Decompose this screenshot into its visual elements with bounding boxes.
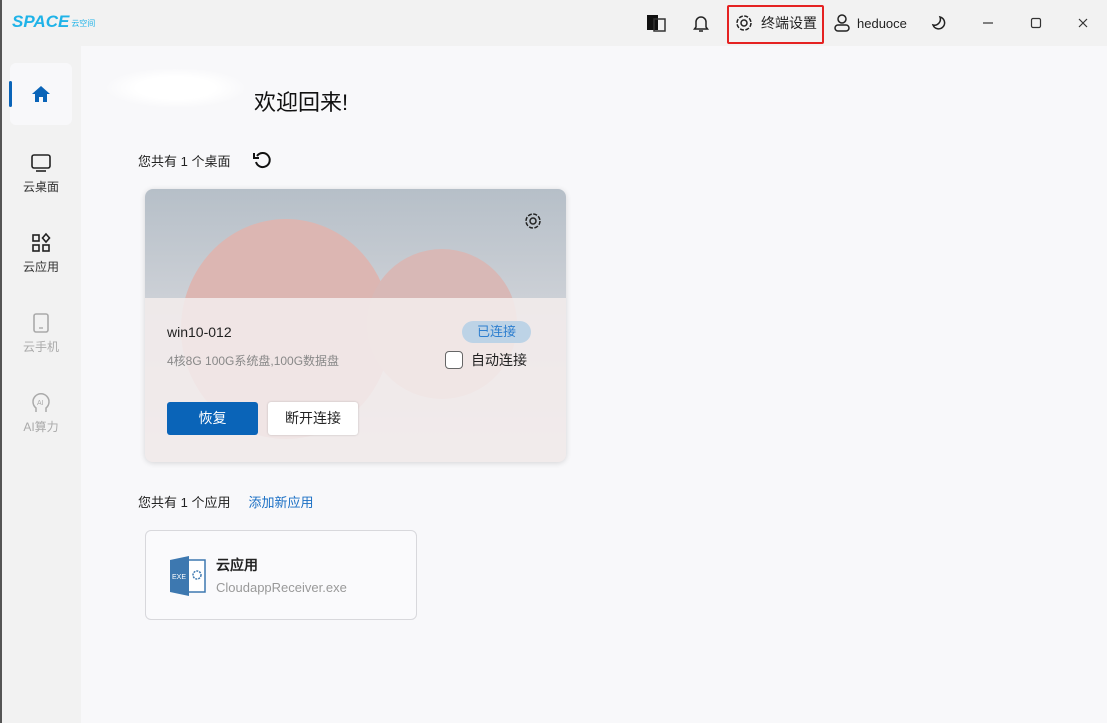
sidebar-item-label: 云手机 (22, 340, 59, 354)
desktop-settings-icon[interactable] (523, 211, 543, 231)
notification-button[interactable] (692, 0, 710, 46)
exe-file-icon: EXE (170, 556, 206, 596)
restore-button[interactable]: 恢复 (167, 402, 258, 435)
sidebar-item-cloud-phone[interactable]: 云手机 (10, 312, 72, 355)
terminal-settings-label: 终端设置 (761, 15, 817, 31)
username: heduoce (857, 15, 907, 31)
svg-text:AI: AI (37, 400, 44, 407)
minimize-button[interactable] (981, 0, 995, 46)
apps-header: 您共有 1 个应用 添加新应用 (138, 492, 313, 511)
main-content: 欢迎回来! 您共有 1 个桌面 win10-012 4核8G 100G系统盘,1… (81, 46, 1107, 723)
maximize-icon (1030, 17, 1042, 29)
user-icon (834, 14, 850, 32)
add-app-link[interactable]: 添加新应用 (248, 492, 313, 511)
bell-icon (693, 16, 709, 32)
sidebar-item-label: 云应用 (22, 260, 59, 274)
apps-count: 您共有 1 个应用 (138, 495, 231, 510)
sidebar-item-label: AI算力 (23, 420, 59, 434)
desktop-card: win10-012 4核8G 100G系统盘,100G数据盘 已连接 自动连接 … (145, 189, 566, 462)
maximize-button[interactable] (1029, 0, 1043, 46)
app-logo: SPACE 云空间 (12, 12, 95, 32)
sidebar-item-cloud-app[interactable]: 云应用 (10, 232, 72, 275)
checkbox-box[interactable] (445, 351, 463, 369)
sidebar-item-label: 云桌面 (22, 180, 59, 194)
desktops-count: 您共有 1 个桌面 (138, 153, 231, 169)
app-name: 云应用 (216, 557, 258, 573)
desktop-info-panel: win10-012 4核8G 100G系统盘,100G数据盘 已连接 自动连接 … (145, 298, 566, 462)
monitor-icon (31, 154, 51, 172)
logo-subtext: 云空间 (71, 19, 96, 28)
minimize-icon (983, 22, 993, 24)
gear-icon (736, 15, 752, 31)
desktops-header: 您共有 1 个桌面 (138, 150, 272, 170)
language-switch-button[interactable] (646, 0, 666, 46)
sidebar-item-ai-compute[interactable]: AI AI算力 (10, 392, 72, 435)
welcome-title: 欢迎回来! (254, 90, 349, 115)
theme-toggle-button[interactable] (931, 0, 947, 46)
refresh-icon[interactable] (252, 150, 272, 170)
exe-label: EXE (172, 574, 186, 581)
desktop-name: win10-012 (167, 324, 232, 340)
sidebar-item-home[interactable] (9, 63, 72, 125)
apps-icon (32, 232, 51, 252)
close-icon (1078, 18, 1088, 28)
status-badge: 已连接 (462, 321, 531, 343)
titlebar: SPACE 云空间 终端设置 heduoce (0, 0, 1107, 46)
logo-text: SPACE (12, 12, 70, 31)
close-button[interactable] (1076, 0, 1090, 46)
active-indicator (9, 81, 12, 107)
app-card[interactable]: EXE 云应用 CloudappReceiver.exe (145, 530, 417, 620)
terminal-settings-button[interactable]: 终端设置 (735, 0, 817, 46)
app-filename: CloudappReceiver.exe (216, 580, 347, 595)
moon-icon (931, 15, 946, 30)
redacted-username (106, 68, 246, 108)
sidebar: 云桌面 云应用 云手机 AI AI算力 (0, 46, 81, 723)
desktop-spec: 4核8G 100G系统盘,100G数据盘 (167, 354, 340, 368)
disconnect-button[interactable]: 断开连接 (268, 402, 358, 435)
user-menu[interactable]: heduoce (834, 0, 907, 46)
auto-connect-label: 自动连接 (471, 352, 527, 368)
phone-icon (33, 313, 49, 333)
ai-head-icon: AI (32, 393, 50, 412)
translate-icon (647, 15, 666, 32)
home-icon (32, 86, 50, 102)
sidebar-item-cloud-desktop[interactable]: 云桌面 (10, 152, 72, 195)
auto-connect-checkbox[interactable]: 自动连接 (445, 350, 527, 370)
